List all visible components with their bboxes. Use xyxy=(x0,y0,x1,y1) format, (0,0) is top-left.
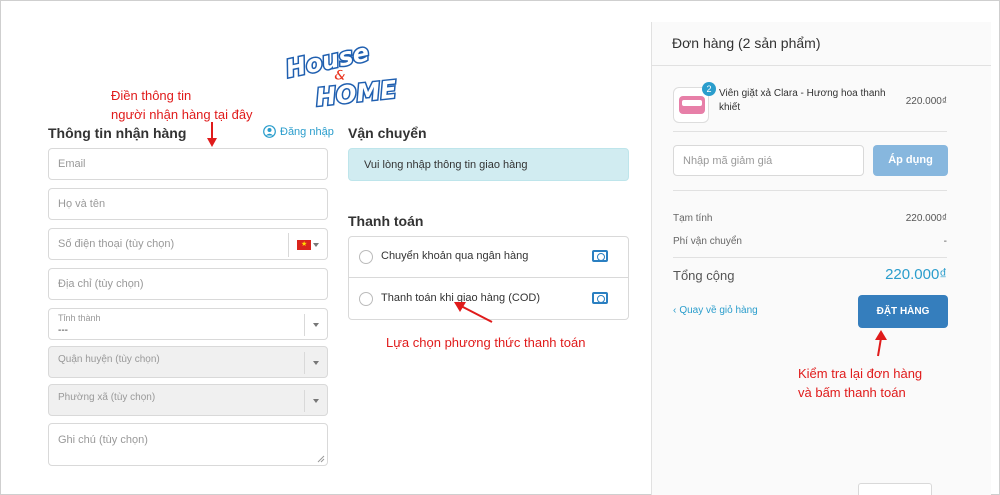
annotation-arrow-down-icon xyxy=(207,122,217,147)
subtotal-label: Tạm tính xyxy=(673,213,713,224)
annotation-check-order: Kiểm tra lại đơn hàng và bấm thanh toán xyxy=(798,366,923,400)
annotation-arrow-icon xyxy=(454,302,493,323)
place-order-button[interactable]: ĐẶT HÀNG xyxy=(858,295,948,328)
user-icon xyxy=(263,125,276,138)
annotation-fill-info: Điền thông tin người nhận hàng tại đây xyxy=(111,88,253,122)
address-field[interactable]: Địa chỉ (tùy chọn) xyxy=(48,268,328,300)
shipping-info-message: Vui lòng nhập thông tin giao hàng xyxy=(348,148,629,181)
svg-text:House: House xyxy=(283,40,371,83)
chevron-down-icon xyxy=(313,399,319,403)
shipping-fee-value: - xyxy=(943,236,947,247)
radio-bank-transfer[interactable] xyxy=(359,250,373,264)
discount-code-input[interactable]: Nhập mã giảm giá xyxy=(673,145,864,176)
back-to-cart-link[interactable]: ‹ Quay về giỏ hàng xyxy=(673,305,758,316)
resize-handle-icon[interactable] xyxy=(317,455,325,463)
shipping-title: Vận chuyển xyxy=(348,125,427,141)
product-price: 220.000₫ xyxy=(905,96,947,107)
total-value: 220.000₫ xyxy=(885,266,947,283)
partial-footer-box xyxy=(858,483,932,495)
product-name: Viên giặt xả Clara - Hương hoa thanh khi… xyxy=(719,88,886,113)
store-logo[interactable]: House House & HOME HOME xyxy=(282,37,400,113)
quantity-badge: 2 xyxy=(702,82,716,96)
shipping-fee-label: Phí vận chuyển xyxy=(673,236,742,247)
payment-title: Thanh toán xyxy=(348,213,424,229)
money-icon xyxy=(592,250,608,262)
ward-select[interactable]: Phường xã (tùy chọn) xyxy=(48,384,328,416)
chevron-down-icon xyxy=(313,323,319,327)
district-select[interactable]: Quận huyện (tùy chọn) xyxy=(48,346,328,378)
login-link[interactable]: Đăng nhập xyxy=(263,125,334,138)
vietnam-flag-icon[interactable]: ★ xyxy=(297,240,311,250)
subtotal-value: 220.000₫ xyxy=(905,213,947,224)
login-link-label: Đăng nhập xyxy=(280,125,334,138)
phone-divider xyxy=(288,233,289,257)
email-field[interactable]: Email xyxy=(48,148,328,180)
svg-text:HOME: HOME xyxy=(315,75,399,110)
annotation-arrow-up-icon xyxy=(875,330,887,357)
total-label: Tổng cộng xyxy=(673,268,735,283)
radio-cod[interactable] xyxy=(359,292,373,306)
note-textarea[interactable]: Ghi chú (tùy chọn) xyxy=(48,423,328,466)
money-icon xyxy=(592,292,608,304)
order-title: Đơn hàng (2 sản phẩm) xyxy=(672,35,821,51)
annotation-choose-payment: Lựa chọn phương thức thanh toán xyxy=(386,335,586,350)
name-field[interactable]: Họ và tên xyxy=(48,188,328,220)
chevron-down-icon xyxy=(313,361,319,365)
country-chevron-down-icon[interactable] xyxy=(313,243,319,247)
shipping-info-title: Thông tin nhận hàng xyxy=(48,125,187,141)
phone-field[interactable]: Số điện thoại (tùy chọn) ★ xyxy=(48,228,328,260)
apply-discount-button[interactable]: Áp dụng xyxy=(873,145,948,176)
payment-option-bank-transfer[interactable]: Chuyển khoản qua ngân hàng xyxy=(349,237,628,278)
province-select[interactable]: Tỉnh thành --- xyxy=(48,308,328,340)
chevron-left-icon: ‹ xyxy=(673,305,677,316)
